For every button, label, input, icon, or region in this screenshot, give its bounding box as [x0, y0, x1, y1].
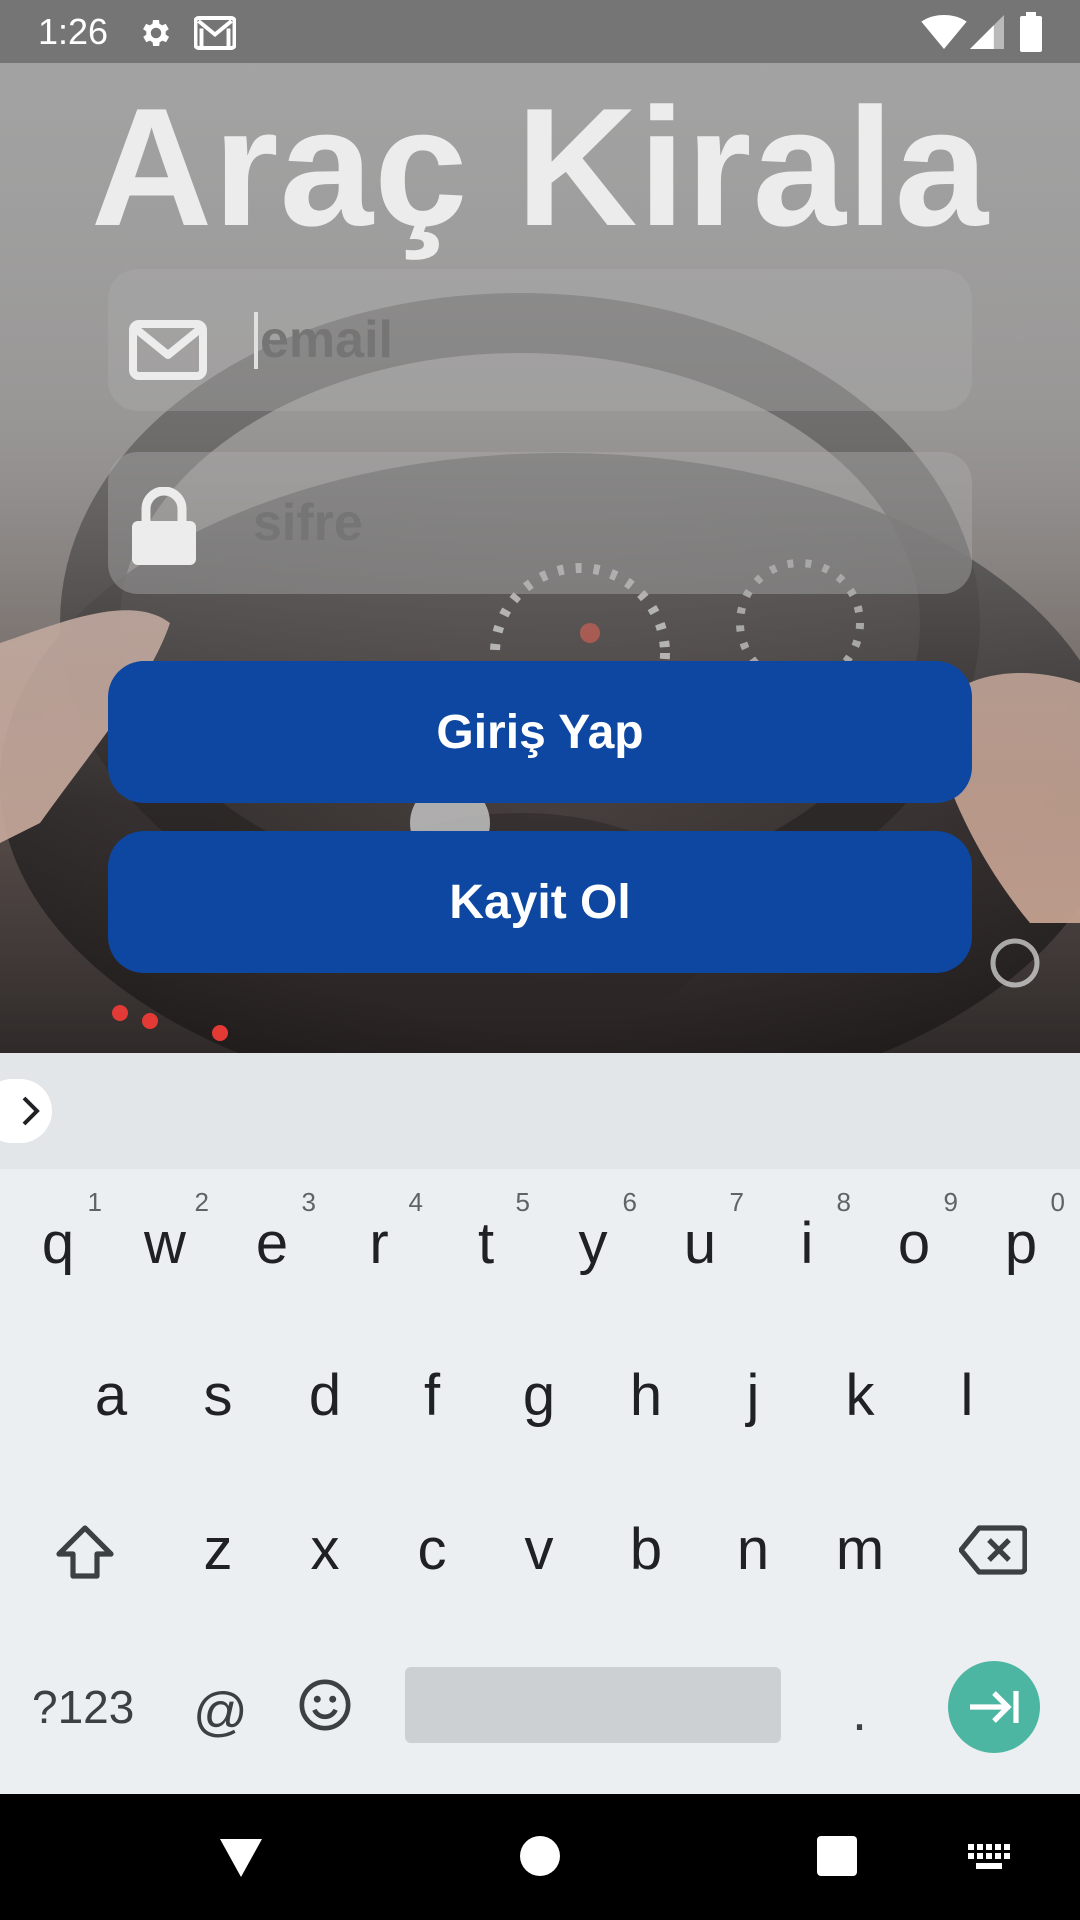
- next-arrow-icon: [970, 1691, 1019, 1723]
- expand-suggestions-button[interactable]: [0, 1079, 52, 1143]
- key-c[interactable]: c: [382, 1490, 482, 1610]
- status-time: 1:26: [38, 11, 109, 52]
- login-button[interactable]: Giriş Yap: [108, 661, 972, 803]
- back-icon[interactable]: [218, 1837, 264, 1879]
- soft-keyboard: q1 w2 e3 r4 t5 y6 u7 i8 o9 p0 a s d f g …: [0, 1053, 1080, 1794]
- wifi-icon: [921, 15, 967, 49]
- key-v[interactable]: v: [489, 1490, 589, 1610]
- symbols-key[interactable]: ?123: [32, 1680, 134, 1734]
- lock-icon: [132, 487, 196, 565]
- shift-key[interactable]: [35, 1490, 135, 1610]
- register-button[interactable]: Kayit Ol: [108, 831, 972, 973]
- mail-icon: [129, 320, 207, 380]
- key-k[interactable]: k: [810, 1336, 910, 1456]
- password-input[interactable]: [253, 488, 933, 558]
- key-s[interactable]: s: [168, 1336, 268, 1456]
- emoji-key[interactable]: [298, 1678, 352, 1737]
- key-b[interactable]: b: [596, 1490, 696, 1610]
- key-w[interactable]: w2: [115, 1184, 215, 1304]
- backspace-key[interactable]: [943, 1490, 1043, 1610]
- text-cursor: [254, 312, 258, 369]
- password-field[interactable]: [108, 452, 972, 594]
- key-l[interactable]: l: [917, 1336, 1017, 1456]
- key-o[interactable]: o9: [864, 1184, 964, 1304]
- key-q[interactable]: q1: [8, 1184, 108, 1304]
- key-p[interactable]: p0: [971, 1184, 1071, 1304]
- key-a[interactable]: a: [61, 1336, 161, 1456]
- enter-key[interactable]: [948, 1661, 1040, 1753]
- email-input[interactable]: [260, 305, 940, 375]
- suggestion-strip: [0, 1053, 1080, 1169]
- battery-icon: [1020, 12, 1042, 52]
- register-button-label: Kayit Ol: [449, 875, 631, 929]
- key-h[interactable]: h: [596, 1336, 696, 1456]
- shift-icon: [56, 1525, 114, 1579]
- key-y[interactable]: y6: [543, 1184, 643, 1304]
- email-field[interactable]: [108, 269, 972, 411]
- navigation-bar: [0, 1794, 1080, 1920]
- screen: 1:26 Araç Kirala email Giriş Yap Kayit O…: [0, 0, 1080, 1920]
- key-e[interactable]: e3: [222, 1184, 322, 1304]
- key-d[interactable]: d: [275, 1336, 375, 1456]
- gmail-icon: [194, 16, 236, 50]
- emoji-icon: [299, 1679, 351, 1731]
- key-z[interactable]: z: [168, 1490, 268, 1610]
- key-t[interactable]: t5: [436, 1184, 536, 1304]
- key-n[interactable]: n: [703, 1490, 803, 1610]
- key-j[interactable]: j: [703, 1336, 803, 1456]
- gear-icon: [143, 19, 170, 47]
- recents-icon[interactable]: [817, 1836, 857, 1876]
- key-g[interactable]: g: [489, 1336, 589, 1456]
- home-icon[interactable]: [520, 1836, 560, 1876]
- chevron-right-icon: [22, 1096, 40, 1126]
- period-key[interactable]: .: [852, 1681, 867, 1743]
- key-i[interactable]: i8: [757, 1184, 857, 1304]
- login-button-label: Giriş Yap: [436, 705, 644, 759]
- space-key[interactable]: [405, 1667, 781, 1743]
- app-title: Araç Kirala: [90, 73, 990, 261]
- key-m[interactable]: m: [810, 1490, 910, 1610]
- backspace-icon: [958, 1525, 1028, 1575]
- key-x[interactable]: x: [275, 1490, 375, 1610]
- status-bar: 1:26: [0, 0, 1080, 63]
- keyboard-switch-icon[interactable]: [968, 1844, 1010, 1870]
- at-key[interactable]: @: [193, 1681, 248, 1743]
- signal-icon: [970, 15, 1004, 49]
- key-f[interactable]: f: [382, 1336, 482, 1456]
- login-screen: Araç Kirala Giriş Yap Kayit Ol: [0, 63, 1080, 1053]
- key-r[interactable]: r4: [329, 1184, 429, 1304]
- key-u[interactable]: u7: [650, 1184, 750, 1304]
